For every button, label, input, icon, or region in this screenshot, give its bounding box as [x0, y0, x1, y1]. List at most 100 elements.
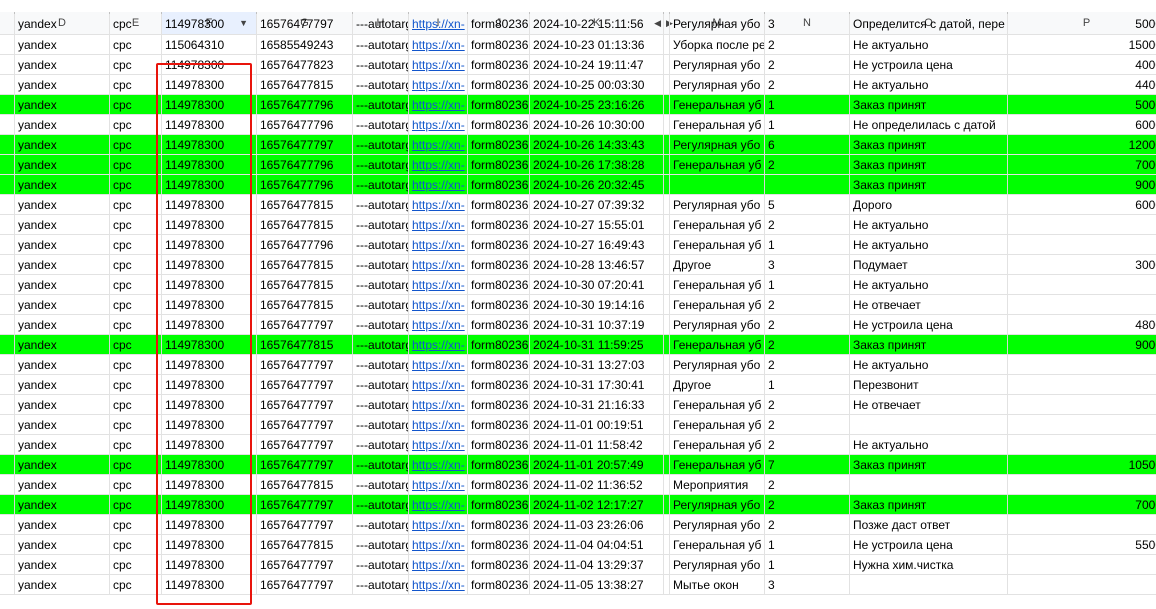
cell-source[interactable]: yandex [15, 115, 110, 134]
cell-form[interactable]: form80236 [468, 335, 530, 354]
cell-amount[interactable]: 4000 [1008, 55, 1156, 74]
url-link[interactable]: https://xn- [412, 38, 465, 52]
cell-count[interactable]: 2 [765, 215, 850, 234]
cell-url[interactable]: https://xn- [409, 375, 468, 394]
cell-status[interactable]: Подумает [850, 255, 1008, 274]
cell-service[interactable]: Регулярная убо [670, 355, 765, 374]
cell-source[interactable]: yandex [15, 555, 110, 574]
cell-medium[interactable]: cpc [110, 35, 162, 54]
cell-count[interactable]: 2 [765, 295, 850, 314]
cell-datetime[interactable]: 2024-10-31 13:27:03 [530, 355, 664, 374]
url-link[interactable]: https://xn- [412, 158, 465, 172]
cell-count[interactable]: 2 [765, 315, 850, 334]
cell-term[interactable]: ---autotarg [353, 475, 409, 494]
cell-service[interactable]: Генеральная уб [670, 215, 765, 234]
cell-amount[interactable]: 4800 [1008, 315, 1156, 334]
url-link[interactable]: https://xn- [412, 58, 465, 72]
cell-ad-id[interactable]: 16576477797 [257, 555, 353, 574]
cell-source[interactable]: yandex [15, 75, 110, 94]
cell-service[interactable]: Регулярная убо [670, 135, 765, 154]
cell-service[interactable]: Регулярная убо [670, 555, 765, 574]
cell-campaign-id[interactable]: 114978300 [162, 575, 257, 594]
cell-url[interactable]: https://xn- [409, 515, 468, 534]
cell-amount[interactable]: 6000 [1008, 195, 1156, 214]
cell-form[interactable]: form80236 [468, 275, 530, 294]
cell-campaign-id[interactable]: 114978300 [162, 14, 257, 34]
cell-service[interactable]: Регулярная убо [670, 14, 765, 34]
url-link[interactable]: https://xn- [412, 298, 465, 312]
cell-count[interactable]: 1 [765, 275, 850, 294]
cell-medium[interactable]: cpc [110, 395, 162, 414]
cell-count[interactable]: 2 [765, 335, 850, 354]
cell-datetime[interactable]: 2024-10-28 13:46:57 [530, 255, 664, 274]
cell-form[interactable]: form80236 [468, 395, 530, 414]
cell-source[interactable]: yandex [15, 295, 110, 314]
url-link[interactable]: https://xn- [412, 338, 465, 352]
cell-form[interactable]: form80236 [468, 555, 530, 574]
cell-campaign-id[interactable]: 114978300 [162, 175, 257, 194]
cell-campaign-id[interactable]: 114978300 [162, 555, 257, 574]
cell-campaign-id[interactable]: 114978300 [162, 235, 257, 254]
cell-service[interactable]: Генеральная уб [670, 275, 765, 294]
cell-form[interactable]: form80236 [468, 115, 530, 134]
cell-service[interactable]: Генеральная уб [670, 335, 765, 354]
cell-medium[interactable]: cpc [110, 315, 162, 334]
cell-count[interactable]: 5 [765, 195, 850, 214]
cell-count[interactable]: 1 [765, 555, 850, 574]
cell-medium[interactable]: cpc [110, 135, 162, 154]
cell-datetime[interactable]: 2024-10-25 00:03:30 [530, 75, 664, 94]
cell-datetime[interactable]: 2024-10-26 17:38:28 [530, 155, 664, 174]
cell-service[interactable]: Генеральная уб [670, 115, 765, 134]
cell-status[interactable] [850, 415, 1008, 434]
cell-source[interactable]: yandex [15, 415, 110, 434]
cell-service[interactable]: Регулярная убо [670, 55, 765, 74]
cell-source[interactable]: yandex [15, 435, 110, 454]
cell-service[interactable]: Другое [670, 375, 765, 394]
cell-datetime[interactable]: 2024-10-27 16:49:43 [530, 235, 664, 254]
cell-medium[interactable]: cpc [110, 415, 162, 434]
cell-source[interactable]: yandex [15, 495, 110, 514]
cell-campaign-id[interactable]: 114978300 [162, 355, 257, 374]
cell-status[interactable]: Не актуально [850, 355, 1008, 374]
cell-datetime[interactable]: 2024-11-04 04:04:51 [530, 535, 664, 554]
cell-medium[interactable]: cpc [110, 155, 162, 174]
cell-datetime[interactable]: 2024-10-25 23:16:26 [530, 95, 664, 114]
cell-count[interactable]: 2 [765, 415, 850, 434]
cell-campaign-id[interactable]: 114978300 [162, 435, 257, 454]
cell-form[interactable]: form80236 [468, 55, 530, 74]
cell-datetime[interactable]: 2024-10-24 19:11:47 [530, 55, 664, 74]
cell-amount[interactable] [1008, 415, 1156, 434]
cell-amount[interactable]: 15000 [1008, 35, 1156, 54]
cell-source[interactable]: yandex [15, 155, 110, 174]
cell-medium[interactable]: cpc [110, 195, 162, 214]
cell-ad-id[interactable]: 16576477815 [257, 295, 353, 314]
cell-form[interactable]: form80236 [468, 375, 530, 394]
cell-url[interactable]: https://xn- [409, 455, 468, 474]
cell-count[interactable]: 2 [765, 55, 850, 74]
cell-amount[interactable] [1008, 475, 1156, 494]
cell-status[interactable] [850, 475, 1008, 494]
cell-status[interactable]: Заказ принят [850, 175, 1008, 194]
cell-ad-id[interactable]: 16576477815 [257, 215, 353, 234]
cell-form[interactable]: form80236 [468, 455, 530, 474]
cell-amount[interactable] [1008, 435, 1156, 454]
cell-count[interactable]: 1 [765, 235, 850, 254]
cell-term[interactable]: ---autotarg [353, 455, 409, 474]
cell-term[interactable]: ---autotarg [353, 555, 409, 574]
cell-count[interactable]: 2 [765, 435, 850, 454]
cell-campaign-id[interactable]: 114978300 [162, 135, 257, 154]
cell-datetime[interactable]: 2024-10-23 01:13:36 [530, 35, 664, 54]
url-link[interactable]: https://xn- [412, 538, 465, 552]
cell-medium[interactable]: cpc [110, 235, 162, 254]
cell-amount[interactable]: 9000 [1008, 335, 1156, 354]
cell-campaign-id[interactable]: 114978300 [162, 335, 257, 354]
cell-count[interactable]: 2 [765, 515, 850, 534]
cell-term[interactable]: ---autotarg [353, 75, 409, 94]
cell-status[interactable]: Перезвонит [850, 375, 1008, 394]
cell-term[interactable]: ---autotarg [353, 435, 409, 454]
cell-form[interactable]: form80236 [468, 355, 530, 374]
cell-count[interactable]: 7 [765, 455, 850, 474]
cell-count[interactable]: 1 [765, 115, 850, 134]
cell-status[interactable]: Не отвечает [850, 395, 1008, 414]
cell-medium[interactable]: cpc [110, 575, 162, 594]
